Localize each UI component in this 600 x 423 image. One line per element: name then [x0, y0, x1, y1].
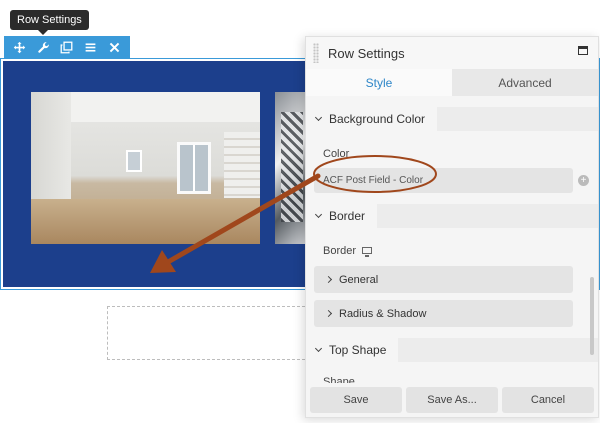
- border-label: Border: [323, 244, 598, 257]
- border-radius-shadow-subsection[interactable]: Radius & Shadow: [314, 300, 573, 327]
- section-title: Border: [329, 209, 366, 223]
- chevron-right-icon: [324, 275, 333, 284]
- save-button[interactable]: Save: [310, 387, 402, 413]
- save-as-button[interactable]: Save As...: [406, 387, 498, 413]
- cancel-button[interactable]: Cancel: [502, 387, 594, 413]
- background-color-section: Background Color: [306, 107, 598, 131]
- border-label-text: Border: [323, 244, 357, 257]
- maximize-icon[interactable]: [578, 46, 588, 55]
- subsection-label: General: [339, 273, 379, 286]
- panel-title: Row Settings: [328, 45, 405, 61]
- row-menu-button[interactable]: [81, 37, 101, 57]
- responsive-monitor-icon[interactable]: [362, 247, 373, 257]
- close-icon: [109, 42, 119, 52]
- chevron-right-icon: [324, 309, 333, 318]
- color-field-value: ACF Post Field - Color: [323, 175, 424, 186]
- tab-advanced[interactable]: Advanced: [452, 69, 598, 96]
- page-builder-canvas: Row Settings Row Settings Style Advanced…: [0, 0, 600, 423]
- duplicate-icon: [61, 41, 73, 53]
- border-section-toggle[interactable]: Border: [306, 204, 378, 228]
- chevron-down-icon: [314, 344, 323, 353]
- row-settings-button[interactable]: [33, 37, 53, 57]
- chevron-down-icon: [314, 113, 323, 122]
- empty-module-placeholder[interactable]: [107, 306, 310, 360]
- duplicate-button[interactable]: [57, 37, 77, 57]
- chevron-down-icon: [314, 210, 323, 219]
- move-icon: [14, 41, 26, 53]
- remove-row-button[interactable]: [104, 37, 124, 57]
- panel-tabs: Style Advanced: [306, 69, 598, 96]
- color-label: Color: [323, 147, 350, 160]
- move-button[interactable]: [10, 37, 30, 57]
- border-general-subsection[interactable]: General: [314, 266, 573, 293]
- section-title: Background Color: [329, 112, 426, 126]
- row-settings-panel: Row Settings Style Advanced Background C…: [305, 36, 599, 418]
- snow-photo[interactable]: [275, 92, 309, 244]
- menu-icon: [85, 42, 96, 52]
- top-shape-section-toggle[interactable]: Top Shape: [306, 338, 399, 362]
- section-title: Top Shape: [329, 343, 387, 357]
- interior-photo[interactable]: [31, 92, 260, 244]
- panel-sections: Background Color Color ACF Post Field - …: [306, 96, 598, 386]
- color-field[interactable]: ACF Post Field - Color +: [314, 168, 589, 193]
- row-toolbar: [4, 36, 130, 58]
- border-section: Border: [306, 204, 598, 228]
- connect-field-icon[interactable]: +: [578, 175, 589, 186]
- panel-header[interactable]: Row Settings: [306, 37, 598, 69]
- row-settings-tooltip: Row Settings: [10, 10, 89, 35]
- top-shape-section: Top Shape: [306, 338, 598, 362]
- subsection-label: Radius & Shadow: [339, 307, 427, 320]
- drag-handle-icon[interactable]: [313, 43, 319, 63]
- panel-footer: Save Save As... Cancel: [306, 383, 598, 417]
- wrench-icon: [38, 41, 49, 53]
- background-color-section-toggle[interactable]: Background Color: [306, 107, 438, 131]
- tab-style[interactable]: Style: [306, 69, 452, 96]
- panel-scrollbar[interactable]: [590, 277, 594, 355]
